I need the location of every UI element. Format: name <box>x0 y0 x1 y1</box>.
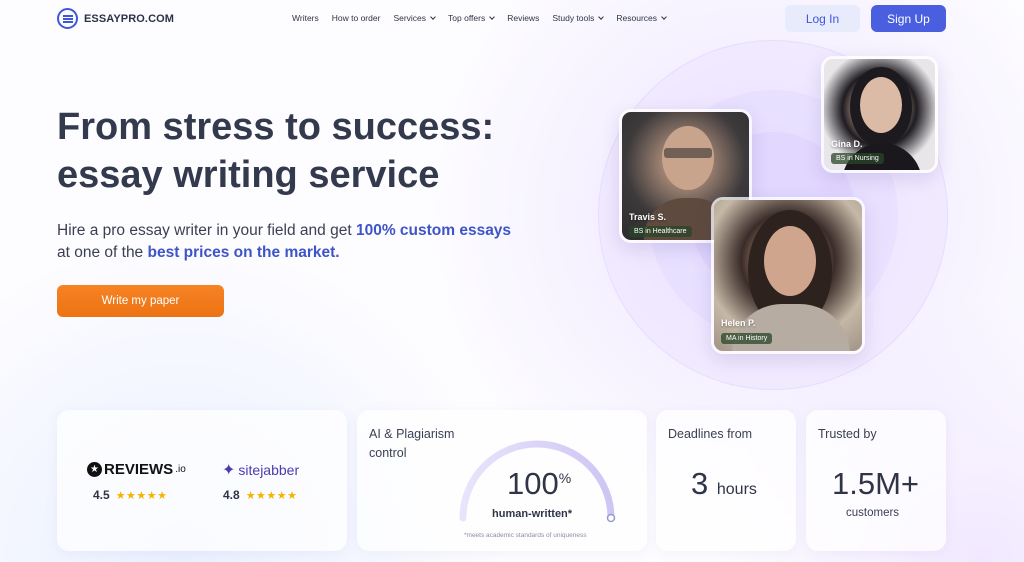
ai-number: 100 <box>507 466 559 501</box>
writer-degree-badge: BS in Healthcare <box>629 226 692 237</box>
nav-item-reviews[interactable]: Reviews <box>507 13 539 23</box>
nav-item-resources[interactable]: Resources <box>616 13 667 23</box>
deadlines-card: Deadlines from 3 hours <box>656 410 796 551</box>
hero-subtitle: Hire a pro essay writer in your field an… <box>57 220 527 264</box>
nav-label: Study tools <box>552 13 595 23</box>
trusted-value: 1.5M+ <box>832 466 920 501</box>
sitejabber-rating: 4.8 ★★★★★ <box>223 488 298 502</box>
chevron-down-icon <box>430 13 436 20</box>
writer-name: Gina D. <box>831 139 863 149</box>
hero-title-line-1: From stress to success: <box>57 106 495 148</box>
reviewsio-suffix: .io <box>175 464 186 475</box>
chevron-down-icon <box>489 13 496 20</box>
ai-plagiarism-card: AI & Plagiarism control 100% human-writt… <box>357 410 647 551</box>
ai-unit: % <box>558 470 572 486</box>
reviews-card: ★ REVIEWS .io ✦ sitejabber 4.5 ★★★★★ 4.8 … <box>57 410 347 551</box>
hero-sub-text: Hire a pro essay writer in your field an… <box>57 222 356 239</box>
site-header: ESSAYPRO.COM Writers How to order Servic… <box>0 0 1024 38</box>
nav-label: Top offers <box>448 13 486 23</box>
hero-title-line-2: essay writing service <box>57 154 440 196</box>
hero-sub-highlight: 100% custom essays <box>355 222 512 239</box>
login-button[interactable]: Log In <box>785 5 860 32</box>
writer-name: Helen P. <box>721 318 756 328</box>
signup-button[interactable]: Sign Up <box>871 5 946 32</box>
writer-degree-badge: MA in History <box>721 333 773 344</box>
main-nav: Writers How to order Services Top offers… <box>292 13 667 23</box>
writer-degree-badge: BS in Nursing <box>831 153 884 164</box>
nav-item-writers[interactable]: Writers <box>292 13 319 23</box>
hero-sub-text: at one of the <box>57 244 148 261</box>
nav-item-top-offers[interactable]: Top offers <box>448 13 496 23</box>
deadline-number: 3 <box>691 466 709 501</box>
trusted-card: Trusted by 1.5M+ customers <box>806 410 946 551</box>
nav-item-study-tools[interactable]: Study tools <box>552 13 605 23</box>
hero-title: From stress to success: essay writing se… <box>57 103 494 199</box>
uniqueness-note: *meets academic standards of uniqueness <box>464 532 587 539</box>
chevron-down-icon <box>661 13 667 20</box>
writer-card-gina[interactable]: Gina D. BS in Nursing <box>821 56 938 173</box>
reviewsio-rating: 4.5 ★★★★★ <box>93 488 168 502</box>
reviewsio-logo[interactable]: ★ REVIEWS .io <box>87 461 186 478</box>
nav-item-services[interactable]: Services <box>393 13 436 23</box>
star-circle-icon: ★ <box>87 462 102 477</box>
chevron-down-icon <box>598 13 605 20</box>
write-my-paper-button[interactable]: Write my paper <box>57 285 224 317</box>
logo-icon <box>57 8 78 29</box>
nav-label: Resources <box>616 13 658 23</box>
sitejabber-name: sitejabber <box>238 462 300 478</box>
star-rating-icon: ★★★★★ <box>115 489 168 502</box>
star-rating-icon: ★★★★★ <box>245 489 298 502</box>
sitejabber-logo[interactable]: ✦ sitejabber <box>222 460 299 480</box>
writer-name: Travis S. <box>629 212 667 222</box>
sitejabber-star-icon: ✦ <box>222 462 236 479</box>
rating-value: 4.8 <box>223 488 240 502</box>
ai-value: 100% <box>507 466 571 502</box>
human-written-label: human-written* <box>492 508 573 520</box>
nav-label: Services <box>393 13 427 23</box>
logo-text: ESSAYPRO.COM <box>84 12 175 25</box>
deadline-value: 3 hours <box>691 466 757 502</box>
rating-value: 4.5 <box>93 488 110 502</box>
logo[interactable]: ESSAYPRO.COM <box>57 8 174 29</box>
nav-item-how-to-order[interactable]: How to order <box>332 13 381 23</box>
writer-photo <box>714 200 862 351</box>
deadline-unit: hours <box>716 481 757 498</box>
nav-label: How to order <box>331 13 381 23</box>
reviewsio-name: REVIEWS <box>104 461 174 478</box>
customers-label: customers <box>846 507 900 519</box>
hero-sub-highlight: best prices on the market. <box>147 244 340 261</box>
nav-label: Writers <box>292 13 319 23</box>
nav-label: Reviews <box>507 13 540 23</box>
writer-card-helen[interactable]: Helen P. MA in History <box>711 197 865 354</box>
deadlines-label: Deadlines from <box>668 427 753 441</box>
trusted-label: Trusted by <box>818 427 877 441</box>
